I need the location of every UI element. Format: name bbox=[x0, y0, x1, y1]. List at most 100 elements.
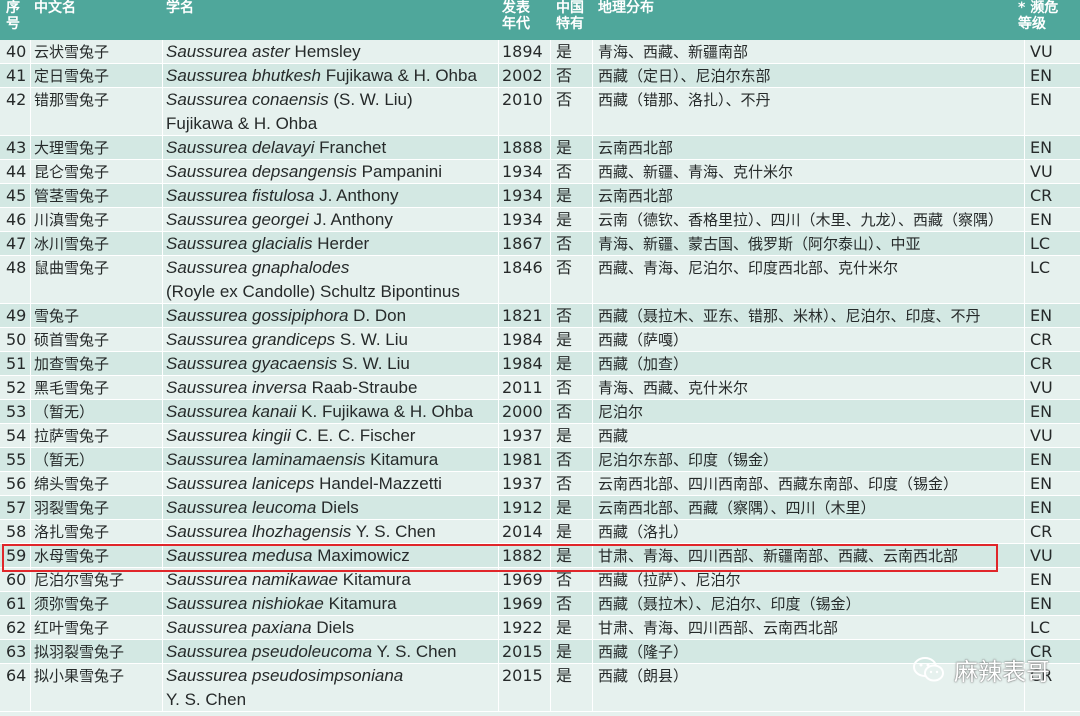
row-number: 57 bbox=[6, 498, 27, 517]
year: 1867 bbox=[502, 234, 543, 253]
distribution: 青海、西藏、新疆南部 bbox=[598, 43, 749, 61]
distribution: 西藏（萨嘎） bbox=[598, 331, 689, 349]
endemic: 是 bbox=[556, 138, 573, 157]
chinese-name: （暂无） bbox=[34, 451, 95, 469]
year: 1984 bbox=[502, 330, 543, 349]
chinese-name: 拟羽裂雪兔子 bbox=[34, 643, 125, 661]
scientific-name: Saussurea kanaii K. Fujikawa & H. Ohba bbox=[166, 400, 496, 424]
endemic: 是 bbox=[556, 498, 573, 517]
scientific-name: Saussurea pseudoleucoma Y. S. Chen bbox=[166, 640, 496, 664]
row-number: 41 bbox=[6, 66, 27, 85]
genus: Saussurea bbox=[166, 426, 248, 445]
endemic: 否 bbox=[556, 570, 573, 589]
table-body: 40 云状雪兔子 Saussurea aster Hemsley 1894 是青海、西藏… bbox=[0, 40, 1080, 712]
epithet: fistulosa bbox=[252, 186, 315, 205]
row-number: 46 bbox=[6, 210, 27, 229]
year: 1821 bbox=[502, 306, 543, 325]
chinese-name: 红叶雪兔子 bbox=[34, 619, 110, 637]
table-row: 49 雪兔子 Saussurea gossipiphora D. Don 1821 否 西… bbox=[0, 304, 1080, 328]
endemic: 否 bbox=[556, 378, 573, 397]
table-row: 53 （暂无） Saussurea kanaii K. Fujikawa & H. … bbox=[0, 400, 1080, 424]
author: Y. S. Chen bbox=[376, 642, 457, 661]
row-number: 58 bbox=[6, 522, 27, 541]
endemic: 是 bbox=[556, 186, 573, 205]
epithet: gyacaensis bbox=[252, 354, 338, 373]
scientific-name: Saussurea fistulosa J. Anthony bbox=[166, 184, 496, 208]
scientific-name: Saussurea glacialis Herder bbox=[166, 232, 496, 256]
genus: Saussurea bbox=[166, 570, 248, 589]
author: Kitamura bbox=[342, 570, 411, 589]
row-number: 42 bbox=[6, 90, 27, 109]
chinese-name: 绵头雪兔子 bbox=[34, 475, 110, 493]
distribution: 云南西北部 bbox=[598, 187, 674, 205]
genus: Saussurea bbox=[166, 234, 248, 253]
chinese-name: 水母雪兔子 bbox=[34, 547, 110, 565]
endemic: 否 bbox=[556, 306, 573, 325]
scientific-name: Saussurea paxiana Diels bbox=[166, 616, 496, 640]
status: EN bbox=[1030, 450, 1053, 469]
epithet: gnaphalodes bbox=[252, 258, 350, 277]
row-number: 60 bbox=[6, 570, 27, 589]
epithet: pseudoleucoma bbox=[252, 642, 373, 661]
author: Kitamura bbox=[328, 594, 397, 613]
endemic: 是 bbox=[556, 666, 573, 685]
row-number: 56 bbox=[6, 474, 27, 493]
table-header: 序 号 中文名 学名 发表 年代 中国 特有 地理分布 * 濒危 等级 bbox=[0, 0, 1080, 40]
author: Herder bbox=[317, 234, 370, 253]
status: CR bbox=[1030, 354, 1053, 373]
epithet: nishiokae bbox=[252, 594, 324, 613]
chinese-name: （暂无） bbox=[34, 403, 95, 421]
distribution: 西藏、新疆、青海、克什米尔 bbox=[598, 163, 794, 181]
row-number: 55 bbox=[6, 450, 27, 469]
row-number: 40 bbox=[6, 42, 27, 61]
year: 1969 bbox=[502, 594, 543, 613]
genus: Saussurea bbox=[166, 666, 248, 685]
distribution: 西藏（聂拉木、亚东、错那、米林）、尼泊尔、印度、不丹 bbox=[598, 307, 981, 325]
year: 1912 bbox=[502, 498, 543, 517]
status: EN bbox=[1030, 570, 1053, 589]
row-number: 63 bbox=[6, 642, 27, 661]
genus: Saussurea bbox=[166, 330, 248, 349]
endemic: 否 bbox=[556, 90, 573, 109]
endemic: 是 bbox=[556, 354, 573, 373]
status: EN bbox=[1030, 402, 1053, 421]
row-number: 47 bbox=[6, 234, 27, 253]
author: Kitamura bbox=[370, 450, 439, 469]
epithet: depsangensis bbox=[252, 162, 357, 181]
genus: Saussurea bbox=[166, 90, 248, 109]
chinese-name: 错那雪兔子 bbox=[34, 91, 110, 109]
genus: Saussurea bbox=[166, 42, 248, 61]
status: LC bbox=[1030, 258, 1051, 277]
status: CR bbox=[1030, 522, 1053, 541]
distribution: 西藏（加查） bbox=[598, 355, 689, 373]
row-number: 54 bbox=[6, 426, 27, 445]
scientific-name: Saussurea bhutkesh Fujikawa & H. Ohba bbox=[166, 64, 496, 88]
header-scientific-name: 学名 bbox=[166, 0, 194, 16]
distribution: 西藏（错那、洛扎）、不丹 bbox=[598, 91, 771, 109]
scientific-name: Saussurea medusa Maximowicz bbox=[166, 544, 496, 568]
genus: Saussurea bbox=[166, 210, 248, 229]
year: 1922 bbox=[502, 618, 543, 637]
endemic: 否 bbox=[556, 66, 573, 85]
genus: Saussurea bbox=[166, 402, 248, 421]
year: 2002 bbox=[502, 66, 543, 85]
table-row: 59 水母雪兔子 Saussurea medusa Maximowicz 1882 是 甘… bbox=[0, 544, 1080, 568]
endemic: 是 bbox=[556, 522, 573, 541]
distribution: 甘肃、青海、四川西部、新疆南部、西藏、云南西北部 bbox=[598, 547, 959, 565]
endemic: 是 bbox=[556, 42, 573, 61]
scientific-name: Saussurea delavayi Franchet bbox=[166, 136, 496, 160]
scientific-name: Saussurea grandiceps S. W. Liu bbox=[166, 328, 496, 352]
table-row: 58 洛扎雪兔子 Saussurea lhozhagensis Y. S. Chen… bbox=[0, 520, 1080, 544]
row-number: 53 bbox=[6, 402, 27, 421]
wechat-icon bbox=[913, 656, 944, 681]
status: EN bbox=[1030, 66, 1053, 85]
genus: Saussurea bbox=[166, 618, 248, 637]
scientific-name: Saussurea leucoma Diels bbox=[166, 496, 496, 520]
row-number: 64 bbox=[6, 666, 27, 685]
header-status: * 濒危 等级 bbox=[1018, 0, 1059, 32]
epithet: aster bbox=[252, 42, 290, 61]
author: (S. W. Liu) bbox=[333, 90, 413, 109]
scientific-name: Saussurea conaensis (S. W. Liu) Fujikawa … bbox=[166, 88, 496, 136]
table-row: 47 冰川雪兔子 Saussurea glacialis Herder 1867 否 青海… bbox=[0, 232, 1080, 256]
genus: Saussurea bbox=[166, 378, 248, 397]
